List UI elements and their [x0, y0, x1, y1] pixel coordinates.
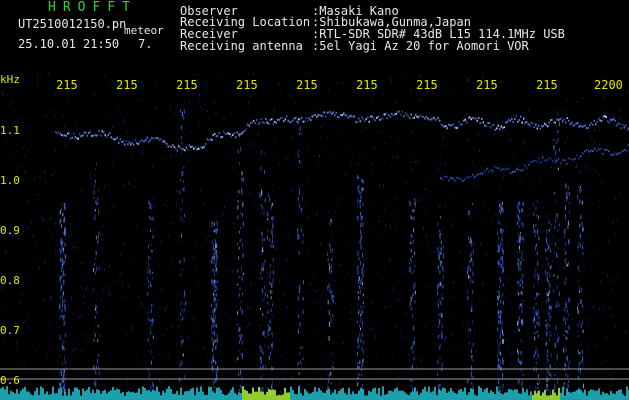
- meteor-count: 7.: [138, 37, 153, 51]
- y-tick: 0.7: [0, 324, 20, 337]
- x-tick: 215: [296, 78, 318, 92]
- file-name: UT2510012150.pn: [18, 17, 127, 31]
- x-tick: 215: [236, 78, 258, 92]
- y-tick: 1.1: [0, 124, 20, 137]
- y-axis-unit: kHz: [0, 73, 20, 86]
- x-tick: 215: [116, 78, 138, 92]
- spectrogram-background: [0, 72, 629, 400]
- datetime: 25.10.01 21:50: [18, 37, 120, 51]
- x-tick: 215: [176, 78, 198, 92]
- x-tick: 215: [536, 78, 558, 92]
- app-title: HROFFT: [48, 0, 137, 15]
- header: HROFFT UT2510012150.pn meteor 25.10.01 2…: [0, 0, 629, 72]
- meteor-label: meteor: [124, 24, 164, 37]
- y-tick: 1.0: [0, 174, 20, 187]
- y-tick: 0.6: [0, 374, 20, 387]
- x-tick: 215: [356, 78, 378, 92]
- x-tick: 215: [416, 78, 438, 92]
- antenna-value: :5el Yagi Az 20 for Aomori VOR: [312, 39, 529, 53]
- x-tick: 215: [56, 78, 78, 92]
- antenna-label: Receiving antenna: [180, 39, 303, 53]
- y-tick: 0.9: [0, 224, 20, 237]
- x-tick: 215: [476, 78, 498, 92]
- spectrogram: [0, 72, 629, 400]
- y-tick: 0.8: [0, 274, 20, 287]
- x-tick: 2200: [594, 78, 623, 92]
